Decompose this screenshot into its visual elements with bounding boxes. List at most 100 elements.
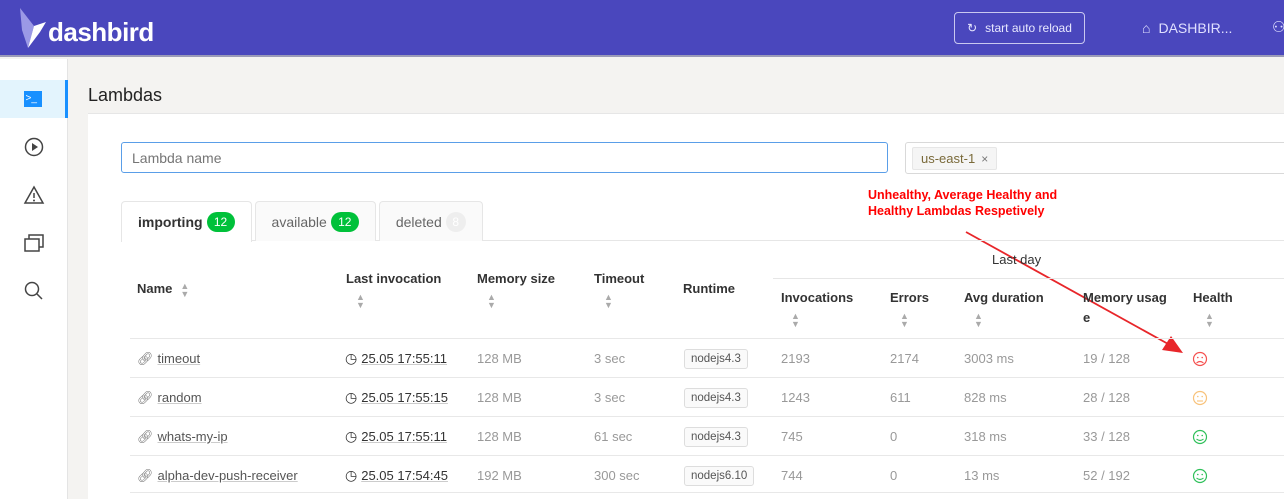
count-badge: 12 (206, 212, 235, 232)
count-badge: 8 (445, 211, 466, 232)
runtime-cell: nodejs4.3 (684, 339, 748, 378)
name-cell: 🔗︎ alpha-dev-push-receiver (137, 456, 298, 495)
runtime-cell: nodejs4.3 (684, 417, 748, 456)
last-invocation-link[interactable]: 25.05 17:55:11 (361, 351, 447, 366)
invocations: 2193 (781, 351, 810, 366)
clock-icon: ◷ (345, 467, 358, 483)
sort-icon[interactable]: ▲ ▼ (1205, 312, 1233, 329)
header-label: Errors (890, 290, 930, 305)
header-label: Invocations (781, 290, 854, 305)
health-healthy-icon (1192, 417, 1208, 456)
last-invocation-cell: ◷ 25.05 17:55:11 (345, 339, 447, 378)
count-badge: 12 (330, 211, 359, 232)
group-divider (773, 278, 1284, 279)
link-icon: 🔗︎ (137, 428, 154, 444)
sort-icon[interactable]: ▲ ▼ (604, 293, 644, 310)
memory-usage: 33 / 128 (1083, 429, 1130, 444)
table-row: 🔗︎ random ◷ 25.05 17:55:15 128 MB 3 sec no… (130, 377, 1284, 416)
lambda-name-link[interactable]: random (158, 390, 202, 405)
name-cell: 🔗︎ timeout (137, 339, 200, 378)
memory-size: 128 MB (477, 390, 522, 405)
link-icon: 🔗︎ (137, 467, 154, 483)
lambda-name-link[interactable]: alpha-dev-push-receiver (158, 468, 298, 483)
sort-icon[interactable]: ▲ ▼ (974, 312, 1044, 329)
header-label: Avg duration (964, 290, 1044, 305)
column-memory-usage[interactable]: Memory usag e (1083, 288, 1167, 328)
memory-size: 192 MB (477, 468, 522, 483)
last-invocation-link[interactable]: 25.05 17:54:45 (361, 468, 448, 483)
runtime-badge: nodejs4.3 (684, 348, 748, 369)
clock-icon: ◷ (345, 350, 358, 366)
header-label: Last invocation (346, 271, 442, 286)
lambda-name-link[interactable]: whats-my-ip (158, 429, 228, 444)
column-memory-size[interactable]: Memory size ▲ ▼ (477, 269, 556, 310)
avg-duration: 828 ms (964, 390, 1007, 405)
timeout: 300 sec (594, 468, 640, 483)
memory-usage: 52 / 192 (1083, 468, 1130, 483)
tab-deleted[interactable]: deleted 8 (378, 201, 483, 241)
column-errors[interactable]: Errors ▲ ▼ (890, 288, 930, 329)
invocations: 744 (781, 468, 803, 483)
table-row: 🔗︎ whats-my-ip ◷ 25.05 17:55:11 128 MB 61 … (130, 416, 1284, 455)
clock-icon: ◷ (345, 389, 358, 405)
invocations: 745 (781, 429, 803, 444)
sort-icon[interactable]: ▲ ▼ (356, 293, 441, 310)
errors: 611 (890, 390, 911, 405)
avg-duration: 318 ms (964, 429, 1007, 444)
timeout: 3 sec (594, 390, 626, 405)
sort-icon[interactable]: ▲ ▼ (900, 312, 929, 329)
column-invocations[interactable]: Invocations ▲ ▼ (781, 288, 854, 329)
link-icon: 🔗︎ (137, 350, 154, 366)
avg-duration: 3003 ms (964, 351, 1014, 366)
invocations: 1243 (781, 390, 810, 405)
name-cell: 🔗︎ whats-my-ip (137, 417, 228, 456)
runtime-cell: nodejs4.3 (684, 378, 748, 417)
sort-icon[interactable]: ▲ ▼ (791, 312, 853, 329)
column-avg-duration[interactable]: Avg duration ▲ ▼ (964, 288, 1044, 329)
runtime-cell: nodejs6.10 (684, 456, 755, 495)
header-label: Memory usag (1083, 290, 1167, 305)
runtime-badge: nodejs4.3 (684, 387, 748, 408)
lambda-name-link[interactable]: timeout (158, 351, 201, 366)
column-last-invocation[interactable]: Last invocation ▲ ▼ (346, 269, 442, 310)
memory-usage: 28 / 128 (1083, 390, 1130, 405)
runtime-badge: nodejs6.10 (684, 465, 755, 486)
header-label: Health (1193, 290, 1233, 305)
memory-size: 128 MB (477, 429, 522, 444)
timeout: 61 sec (594, 429, 633, 444)
header-label: Name (137, 281, 173, 296)
last-invocation-link[interactable]: 25.05 17:55:15 (361, 390, 448, 405)
avg-duration: 13 ms (964, 468, 1000, 483)
errors: 0 (890, 468, 898, 483)
memory-size: 128 MB (477, 351, 522, 366)
table-row: 🔗︎ alpha-dev-push-receiver ◷ 25.05 17:54:4… (130, 455, 1284, 494)
sort-icon[interactable]: ▲ ▼ (180, 281, 189, 298)
clock-icon: ◷ (345, 428, 358, 444)
tab-label: deleted (395, 213, 442, 230)
header-label: Timeout (594, 271, 645, 286)
health-average-icon (1192, 378, 1208, 417)
tab-importing[interactable]: importing 12 (121, 201, 252, 242)
header-label: Memory size (477, 271, 556, 286)
name-cell: 🔗︎ random (137, 378, 202, 417)
link-icon: 🔗︎ (137, 389, 154, 405)
health-unhealthy-icon (1192, 339, 1208, 378)
column-name[interactable]: Name ▲ ▼ (137, 279, 189, 299)
runtime-badge: nodejs4.3 (684, 426, 748, 447)
sort-icon[interactable]: ▲ ▼ (487, 293, 555, 310)
table-row: 🔗︎ timeout ◷ 25.05 17:55:11 128 MB 3 sec n… (130, 338, 1284, 377)
table-bottom-border (130, 492, 1284, 493)
errors: 2174 (890, 351, 919, 366)
last-invocation-link[interactable]: 25.05 17:55:11 (361, 429, 447, 444)
header-label: e (1083, 310, 1091, 325)
tab-available[interactable]: available 12 (254, 201, 376, 241)
column-timeout[interactable]: Timeout ▲ ▼ (594, 269, 645, 310)
status-tabs: importing 12 available 12 deleted 8 (121, 201, 483, 242)
health-healthy-icon (1192, 456, 1208, 495)
column-runtime: Runtime (683, 281, 735, 296)
last-day-header: Last day (992, 252, 1042, 267)
last-invocation-cell: ◷ 25.05 17:55:15 (345, 378, 448, 417)
column-health[interactable]: Health ▲ ▼ (1193, 288, 1233, 329)
last-invocation-cell: ◷ 25.05 17:54:45 (345, 456, 448, 495)
last-invocation-cell: ◷ 25.05 17:55:11 (345, 417, 447, 456)
